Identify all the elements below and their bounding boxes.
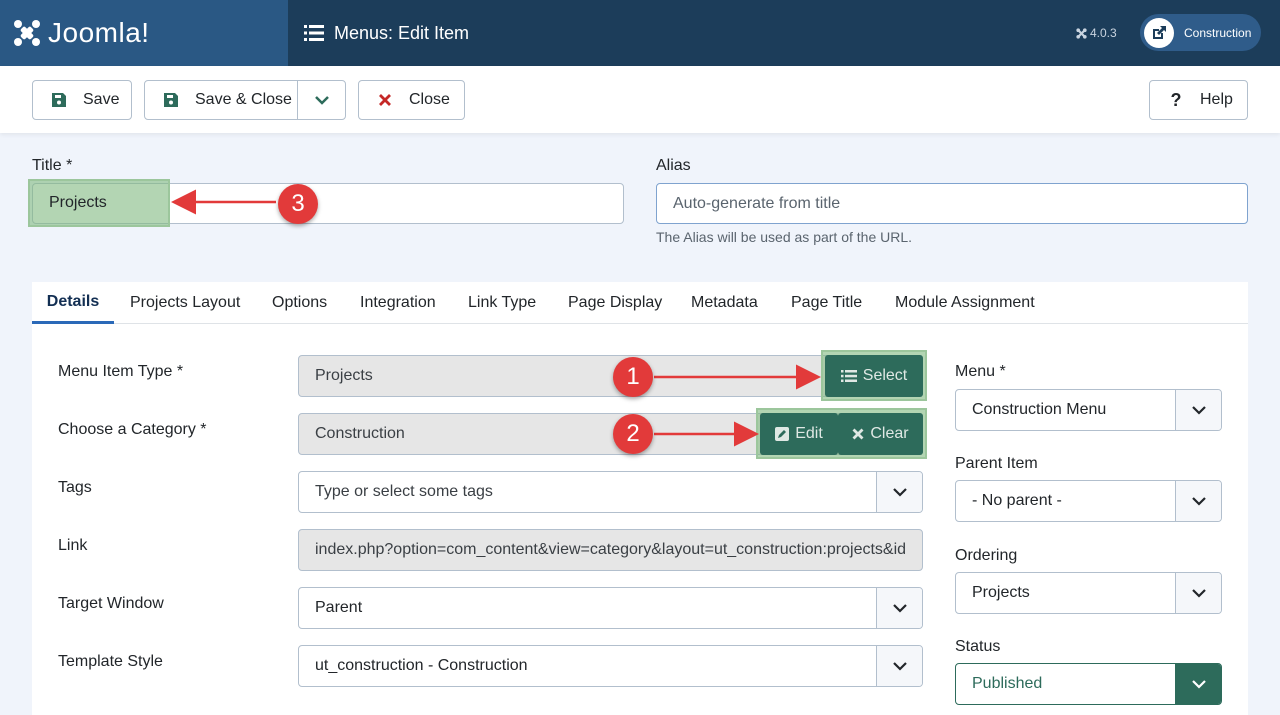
ordering-label: Ordering bbox=[955, 547, 1018, 564]
tags-field[interactable]: Type or select some tags bbox=[298, 471, 923, 513]
chevron-down-icon bbox=[876, 588, 922, 628]
status-label: Status bbox=[955, 638, 1001, 655]
template-style-value: ut_construction - Construction bbox=[315, 657, 528, 674]
help-button[interactable]: ? Help bbox=[1149, 80, 1248, 120]
chevron-down-icon bbox=[1175, 664, 1221, 704]
tab-page-title[interactable]: Page Title bbox=[791, 282, 862, 324]
save-close-button[interactable]: Save & Close bbox=[144, 80, 346, 120]
joomla-logo[interactable]: Joomla! bbox=[0, 0, 288, 66]
link-value: index.php?option=com_content&view=catego… bbox=[315, 541, 907, 558]
alias-label: Alias bbox=[656, 157, 691, 174]
template-style-select[interactable]: ut_construction - Construction bbox=[298, 645, 923, 687]
tab-projects-layout[interactable]: Projects Layout bbox=[130, 282, 240, 324]
target-window-label: Target Window bbox=[58, 595, 164, 612]
title-value: Projects bbox=[49, 194, 107, 211]
tab-details[interactable]: Details bbox=[32, 282, 114, 324]
save-close-label: Save & Close bbox=[195, 91, 292, 108]
tags-placeholder: Type or select some tags bbox=[315, 483, 493, 500]
external-link-icon bbox=[1144, 17, 1174, 48]
view-site-button[interactable]: Construction bbox=[1140, 14, 1261, 51]
clear-label: Clear bbox=[870, 425, 909, 442]
status-select[interactable]: Published bbox=[955, 663, 1222, 705]
select-button[interactable]: Select bbox=[825, 355, 923, 397]
help-label: Help bbox=[1200, 91, 1233, 108]
chevron-down-icon bbox=[876, 646, 922, 686]
list-icon bbox=[840, 370, 857, 382]
top-header: Joomla! Menus: Edit Item 4.0.3 Construct… bbox=[0, 0, 1280, 66]
link-field: index.php?option=com_content&view=catego… bbox=[298, 529, 923, 571]
category-value: Construction bbox=[315, 425, 405, 442]
save-label: Save bbox=[83, 91, 120, 108]
link-label: Link bbox=[58, 537, 88, 554]
site-name: Construction bbox=[1184, 25, 1252, 40]
edit-label: Edit bbox=[795, 425, 823, 442]
tags-label: Tags bbox=[58, 479, 92, 496]
template-style-label: Template Style bbox=[58, 653, 163, 670]
clear-icon bbox=[852, 428, 864, 440]
tab-bar: Details Projects Layout Options Integrat… bbox=[32, 282, 1248, 324]
close-button[interactable]: Close bbox=[358, 80, 465, 120]
menu-select[interactable]: Construction Menu bbox=[955, 389, 1222, 431]
version-badge: 4.0.3 bbox=[1076, 26, 1117, 40]
page-heading: Menus: Edit Item bbox=[304, 0, 469, 66]
save-icon bbox=[163, 92, 179, 108]
close-icon bbox=[377, 92, 393, 108]
version-text: 4.0.3 bbox=[1090, 26, 1117, 40]
alias-hint: The Alias will be used as part of the UR… bbox=[656, 229, 913, 245]
callout-badge-3: 3 bbox=[278, 184, 318, 224]
category-label: Choose a Category * bbox=[58, 421, 207, 438]
tab-metadata[interactable]: Metadata bbox=[691, 282, 758, 324]
page-title: Menus: Edit Item bbox=[334, 22, 470, 43]
alias-placeholder: Auto-generate from title bbox=[673, 194, 841, 212]
menu-value: Construction Menu bbox=[972, 401, 1107, 418]
ordering-select[interactable]: Projects bbox=[955, 572, 1222, 614]
chevron-down-icon bbox=[1175, 390, 1221, 430]
parent-item-select[interactable]: - No parent - bbox=[955, 480, 1222, 522]
edit-button[interactable]: Edit bbox=[760, 413, 838, 455]
target-window-select[interactable]: Parent bbox=[298, 587, 923, 629]
status-value: Published bbox=[972, 675, 1043, 692]
parent-item-label: Parent Item bbox=[955, 455, 1038, 472]
parent-item-value: - No parent - bbox=[972, 492, 1062, 509]
tab-page-display[interactable]: Page Display bbox=[568, 282, 662, 324]
menu-label: Menu * bbox=[955, 363, 1006, 380]
clear-button[interactable]: Clear bbox=[838, 413, 923, 455]
save-options-dropdown[interactable] bbox=[297, 81, 345, 119]
tab-integration[interactable]: Integration bbox=[360, 282, 436, 324]
chevron-down-icon bbox=[1175, 573, 1221, 613]
menu-item-type-label: Menu Item Type * bbox=[58, 363, 184, 380]
ordering-value: Projects bbox=[972, 584, 1030, 601]
save-icon bbox=[51, 92, 67, 108]
callout-badge-1: 1 bbox=[613, 357, 653, 397]
callout-badge-2: 2 bbox=[613, 414, 653, 454]
tab-module-assignment[interactable]: Module Assignment bbox=[895, 282, 1035, 324]
chevron-down-icon bbox=[1175, 481, 1221, 521]
chevron-down-icon bbox=[314, 96, 329, 105]
alias-field[interactable]: Auto-generate from title bbox=[656, 183, 1248, 224]
chevron-down-icon[interactable] bbox=[876, 472, 922, 512]
toolbar: Save Save & Close Close ? Help bbox=[0, 66, 1280, 133]
target-window-value: Parent bbox=[315, 599, 363, 616]
tab-link-type[interactable]: Link Type bbox=[468, 282, 536, 324]
question-icon: ? bbox=[1170, 89, 1182, 110]
close-label: Close bbox=[409, 91, 450, 108]
brand-name: Joomla! bbox=[48, 17, 150, 48]
joomla-small-icon bbox=[1076, 27, 1087, 39]
menu-item-type-value: Projects bbox=[315, 367, 373, 384]
tab-options[interactable]: Options bbox=[272, 282, 327, 324]
edit-icon bbox=[775, 427, 790, 441]
title-label: Title * bbox=[32, 157, 73, 174]
joomla-logo-icon bbox=[14, 20, 40, 46]
save-button[interactable]: Save bbox=[32, 80, 132, 120]
select-label: Select bbox=[862, 367, 908, 384]
list-icon bbox=[304, 25, 324, 41]
